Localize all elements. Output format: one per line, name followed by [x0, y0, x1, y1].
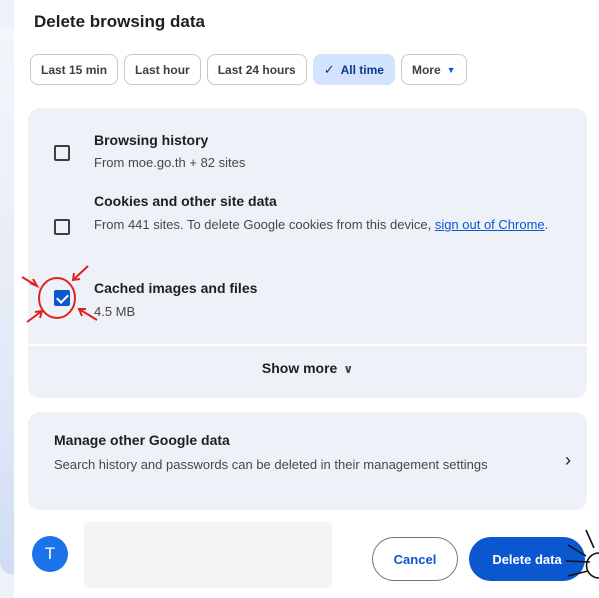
chip-last-15-min[interactable]: Last 15 min	[30, 54, 119, 85]
item-subtitle: From 441 sites. To delete Google cookies…	[94, 214, 564, 236]
item-title: Cookies and other site data	[94, 193, 277, 209]
checkmark-icon: ✓	[323, 61, 335, 77]
item-title: Browsing history	[94, 132, 209, 148]
chip-label: Last hour	[135, 62, 190, 77]
subtitle-text: From 441 sites. To delete Google cookies…	[94, 217, 435, 232]
chip-label: Last 24 hours	[217, 62, 296, 77]
cancel-button[interactable]: Cancel	[372, 537, 458, 581]
browsing-history-checkbox[interactable]	[54, 145, 70, 161]
divider	[28, 344, 587, 346]
chevron-down-icon: ∨	[343, 362, 354, 376]
dialog-title: Delete browsing data	[34, 12, 205, 31]
manage-google-data-row[interactable]: Manage other Google data Search history …	[28, 412, 587, 510]
subtitle-suffix: .	[544, 217, 549, 232]
chip-label: All time	[340, 62, 384, 77]
chip-last-24-hours[interactable]: Last 24 hours	[206, 54, 307, 85]
sign-out-link[interactable]: sign out of Chrome	[435, 217, 545, 232]
background-window-edge	[0, 30, 14, 575]
time-range-chips: Last 15 min Last hour Last 24 hours ✓ All…	[30, 54, 467, 85]
manage-subtitle: Search history and passwords can be dele…	[54, 457, 488, 472]
caret-down-icon: ▼	[446, 64, 456, 75]
chip-more-dropdown[interactable]: More ▼	[400, 54, 467, 85]
item-title: Cached images and files	[94, 280, 258, 296]
chip-last-hour[interactable]: Last hour	[124, 54, 201, 85]
data-types-panel: Browsing history From moe.go.th + 82 sit…	[28, 108, 587, 398]
item-subtitle: From moe.go.th + 82 sites	[94, 155, 246, 170]
show-more-label: Show more	[261, 360, 338, 376]
item-subtitle: 4.5 MB	[94, 304, 136, 319]
cookies-checkbox[interactable]	[54, 219, 70, 235]
delete-browsing-data-dialog: Delete browsing data Last 15 min Last ho…	[14, 0, 599, 598]
chevron-right-icon: ›	[565, 450, 571, 470]
profile-info-blurred	[84, 522, 332, 588]
manage-title: Manage other Google data	[54, 432, 230, 448]
cached-images-checkbox[interactable]	[54, 290, 70, 306]
chip-label: More	[411, 62, 441, 77]
show-more-button[interactable]: Show more ∨	[28, 360, 587, 376]
chip-all-time[interactable]: ✓ All time	[312, 54, 395, 85]
avatar: T	[32, 536, 68, 572]
delete-data-button[interactable]: Delete data	[469, 537, 585, 581]
chip-label: Last 15 min	[41, 62, 108, 77]
